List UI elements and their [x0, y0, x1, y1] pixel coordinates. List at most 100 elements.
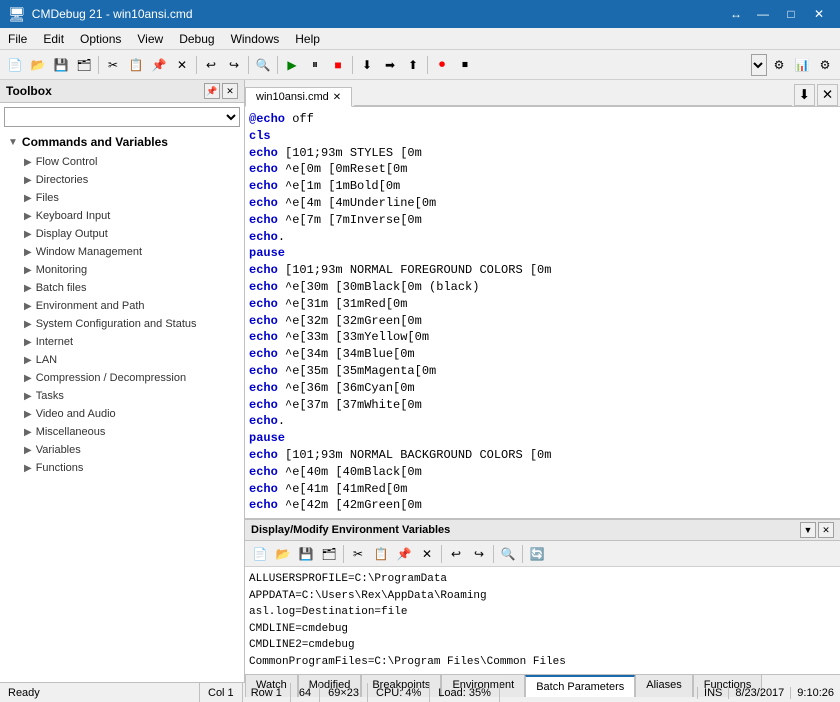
bottom-panel-dropdown-button[interactable]: ▼: [800, 522, 816, 538]
tree-item-compression[interactable]: ▶ Compression / Decompression: [0, 369, 244, 387]
menu-file[interactable]: File: [0, 30, 35, 48]
status-ins-text: INS: [704, 687, 722, 699]
editor-panel-controls[interactable]: ⬇: [794, 84, 815, 106]
save-all-button[interactable]: 🗂: [73, 54, 95, 76]
tree-item-label: Internet: [36, 336, 73, 348]
maximize-button[interactable]: □: [778, 4, 804, 24]
menu-debug[interactable]: Debug: [171, 30, 222, 48]
env-var-line: CommonProgramFiles=C:\Program Files\Comm…: [249, 654, 836, 671]
copy-button[interactable]: 📋: [125, 54, 147, 76]
redo-button[interactable]: ↪: [223, 54, 245, 76]
code-line: @echo off: [249, 111, 836, 128]
editor-close-button[interactable]: ✕: [817, 84, 838, 106]
tree-item-directories[interactable]: ▶ Directories: [0, 171, 244, 189]
status-cpu: CPU: 4%: [368, 683, 430, 702]
tb-extra-1[interactable]: ⚙: [768, 54, 790, 76]
tb-extra-3[interactable]: ⚙: [814, 54, 836, 76]
right-panel: win10ansi.cmd ✕ ⬇ ✕ @echo off cls echo […: [245, 80, 840, 682]
code-line: echo ^e[31m [31mRed[0m: [249, 296, 836, 313]
tree-arrow: ▶: [24, 247, 32, 258]
tab-batch-parameters[interactable]: Batch Parameters: [525, 675, 635, 697]
paste-button[interactable]: 📌: [148, 54, 170, 76]
bottom-panel-close-button[interactable]: ✕: [818, 522, 834, 538]
title-bar: 🖥 CMDebug 21 - win10ansi.cmd ↔ — □ ✕: [0, 0, 840, 28]
toolbar-dropdown[interactable]: [751, 54, 767, 76]
title-text: CMDebug 21 - win10ansi.cmd: [32, 7, 730, 21]
tree-item-functions[interactable]: ▶ Functions: [0, 459, 244, 477]
status-size: 69×23: [320, 683, 368, 702]
close-button[interactable]: ✕: [806, 4, 832, 24]
tree-item-env-path[interactable]: ▶ Environment and Path: [0, 297, 244, 315]
bottom-find-btn[interactable]: 🔍: [497, 543, 519, 565]
record-button[interactable]: ⏺: [431, 54, 453, 76]
tree-item-tasks[interactable]: ▶ Tasks: [0, 387, 244, 405]
undo-button[interactable]: ↩: [200, 54, 222, 76]
bottom-delete-btn[interactable]: ✕: [416, 543, 438, 565]
run-button[interactable]: ▶: [281, 54, 303, 76]
tree-item-files[interactable]: ▶ Files: [0, 189, 244, 207]
menu-view[interactable]: View: [129, 30, 171, 48]
menu-edit[interactable]: Edit: [35, 30, 72, 48]
tree-item-flow-control[interactable]: ▶ Flow Control: [0, 153, 244, 171]
tree-item-display-output[interactable]: ▶ Display Output: [0, 225, 244, 243]
tree-item-monitoring[interactable]: ▶ Monitoring: [0, 261, 244, 279]
tree-item-label: Directories: [36, 174, 89, 186]
toolbox-dropdown[interactable]: [4, 107, 240, 127]
status-num-text: 64: [299, 687, 311, 699]
step-into-button[interactable]: ⬇: [356, 54, 378, 76]
env-var-line: APPDATA=C:\Users\Rex\AppData\Roaming: [249, 588, 836, 605]
bottom-undo-btn[interactable]: ↩: [445, 543, 467, 565]
find-button[interactable]: 🔍: [252, 54, 274, 76]
toolbox-header-controls: 📌 ✕: [204, 83, 238, 99]
bottom-copy-btn[interactable]: 📋: [370, 543, 392, 565]
bottom-redo-btn[interactable]: ↪: [468, 543, 490, 565]
bottom-new-btn[interactable]: 📄: [249, 543, 271, 565]
step-out-button[interactable]: ⬆: [402, 54, 424, 76]
step-over-button[interactable]: ➡: [379, 54, 401, 76]
new-button[interactable]: 📄: [4, 54, 26, 76]
toolbox-pin-button[interactable]: 📌: [204, 83, 220, 99]
tree-item-miscellaneous[interactable]: ▶ Miscellaneous: [0, 423, 244, 441]
bottom-save-btn[interactable]: 💾: [295, 543, 317, 565]
delete-button[interactable]: ✕: [171, 54, 193, 76]
bottom-cut-btn[interactable]: ✂: [347, 543, 369, 565]
code-line: echo ^e[1m [1mBold[0m: [249, 178, 836, 195]
menu-help[interactable]: Help: [287, 30, 328, 48]
code-editor[interactable]: @echo off cls echo [101;93m STYLES [0m e…: [245, 107, 840, 518]
bottom-refresh-btn[interactable]: 🔄: [526, 543, 548, 565]
tree-item-label: Keyboard Input: [36, 210, 111, 222]
code-line: echo ^e[33m [33mYellow[0m: [249, 329, 836, 346]
toolbox-close-button[interactable]: ✕: [222, 83, 238, 99]
tree-item-video-audio[interactable]: ▶ Video and Audio: [0, 405, 244, 423]
minimize-button[interactable]: —: [750, 4, 776, 24]
tab-close-icon[interactable]: ✕: [333, 92, 341, 103]
save-button[interactable]: 💾: [50, 54, 72, 76]
open-button[interactable]: 📂: [27, 54, 49, 76]
tb-extra-2[interactable]: 📊: [791, 54, 813, 76]
bottom-env-content[interactable]: ALLUSERSPROFILE=C:\ProgramData APPDATA=C…: [245, 567, 840, 674]
tree-arrow: ▶: [24, 427, 32, 438]
bottom-paste-btn[interactable]: 📌: [393, 543, 415, 565]
tree-item-window-management[interactable]: ▶ Window Management: [0, 243, 244, 261]
tree-item-keyboard-input[interactable]: ▶ Keyboard Input: [0, 207, 244, 225]
pause-button[interactable]: ⏸: [304, 54, 326, 76]
tree-item-sys-config[interactable]: ▶ System Configuration and Status: [0, 315, 244, 333]
tree-section-commands[interactable]: ▼ Commands and Variables: [0, 131, 244, 153]
bottom-open-btn[interactable]: 📂: [272, 543, 294, 565]
status-ready-text: Ready: [8, 687, 40, 699]
tree-item-label: Tasks: [36, 390, 64, 402]
tab-aliases[interactable]: Aliases: [635, 675, 692, 697]
stop-record-button[interactable]: ⏹: [454, 54, 476, 76]
tree-arrow: ▶: [24, 463, 32, 474]
editor-tab-win10ansi[interactable]: win10ansi.cmd ✕: [245, 87, 352, 107]
bottom-save-all-btn[interactable]: 🗂: [318, 543, 340, 565]
tree-item-batch-files[interactable]: ▶ Batch files: [0, 279, 244, 297]
stop-button[interactable]: ■: [327, 54, 349, 76]
cut-button[interactable]: ✂: [102, 54, 124, 76]
menu-windows[interactable]: Windows: [223, 30, 288, 48]
menu-options[interactable]: Options: [72, 30, 129, 48]
tree-item-lan[interactable]: ▶ LAN: [0, 351, 244, 369]
tree-item-internet[interactable]: ▶ Internet: [0, 333, 244, 351]
tree-item-variables[interactable]: ▶ Variables: [0, 441, 244, 459]
status-load: Load: 35%: [430, 683, 500, 702]
